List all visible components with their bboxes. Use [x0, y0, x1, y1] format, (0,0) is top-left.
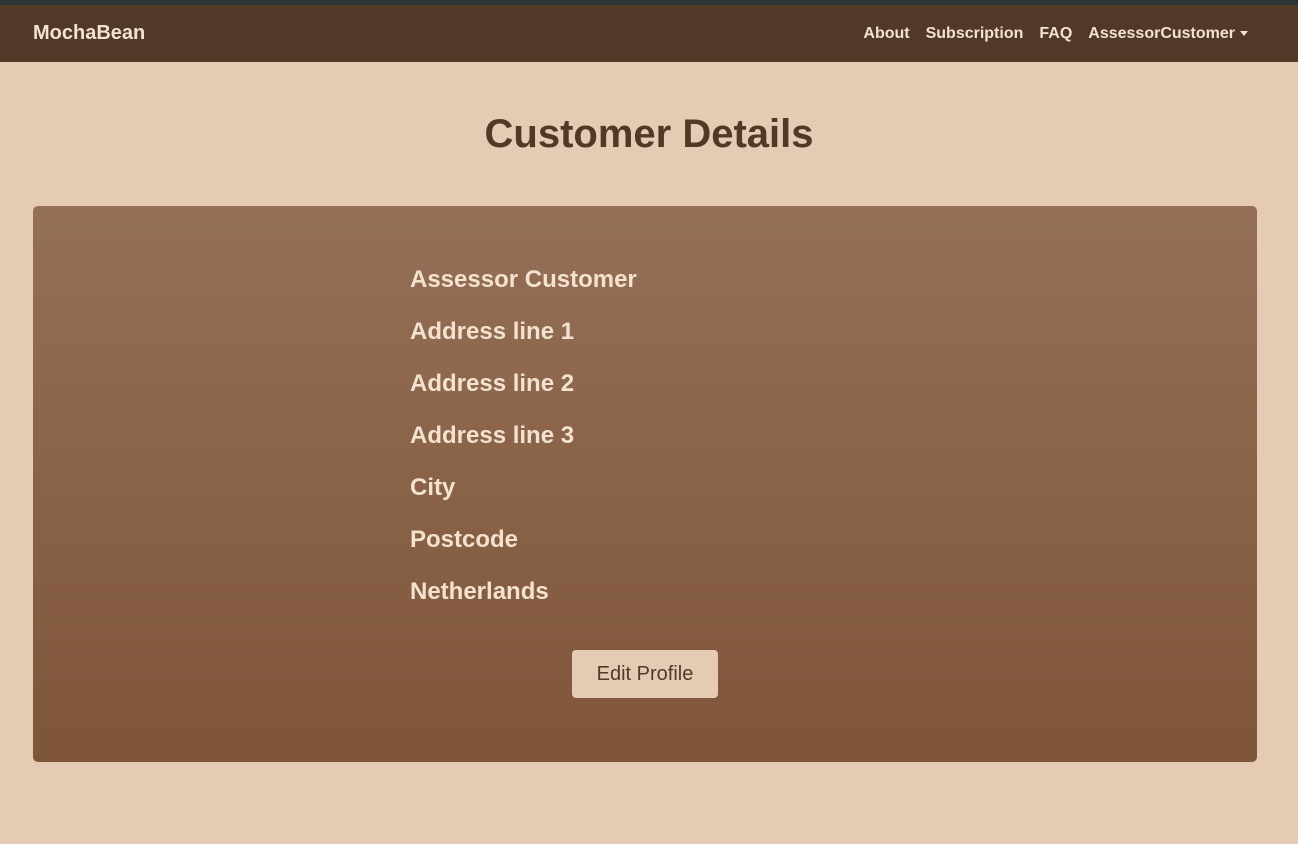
- address-line-1: Address line 1: [410, 318, 575, 345]
- navbar: MochaBean About Subscription FAQ Assesso…: [0, 5, 1298, 62]
- nav-link-faq[interactable]: FAQ: [1039, 25, 1072, 43]
- brand-link[interactable]: MochaBean: [33, 22, 145, 45]
- customer-details-list: Assessor Customer Address line 1 Address…: [410, 266, 637, 630]
- address-line-2: Address line 2: [410, 370, 575, 397]
- address-line-3: Address line 3: [410, 422, 575, 449]
- user-menu-dropdown[interactable]: AssessorCustomer: [1088, 25, 1248, 43]
- country: Netherlands: [410, 578, 549, 605]
- user-menu-label: AssessorCustomer: [1088, 24, 1235, 42]
- page-title: Customer Details: [484, 112, 814, 156]
- customer-name: Assessor Customer: [410, 266, 637, 293]
- nav-link-about[interactable]: About: [863, 25, 909, 43]
- postcode: Postcode: [410, 526, 519, 553]
- edit-profile-button[interactable]: Edit Profile: [572, 650, 718, 698]
- customer-details-card: Assessor Customer Address line 1 Address…: [33, 206, 1257, 762]
- city: City: [410, 474, 456, 501]
- nav-link-subscription[interactable]: Subscription: [926, 25, 1024, 43]
- nav-links: About Subscription FAQ AssessorCustomer: [847, 25, 1248, 43]
- caret-down-icon: [1240, 31, 1248, 36]
